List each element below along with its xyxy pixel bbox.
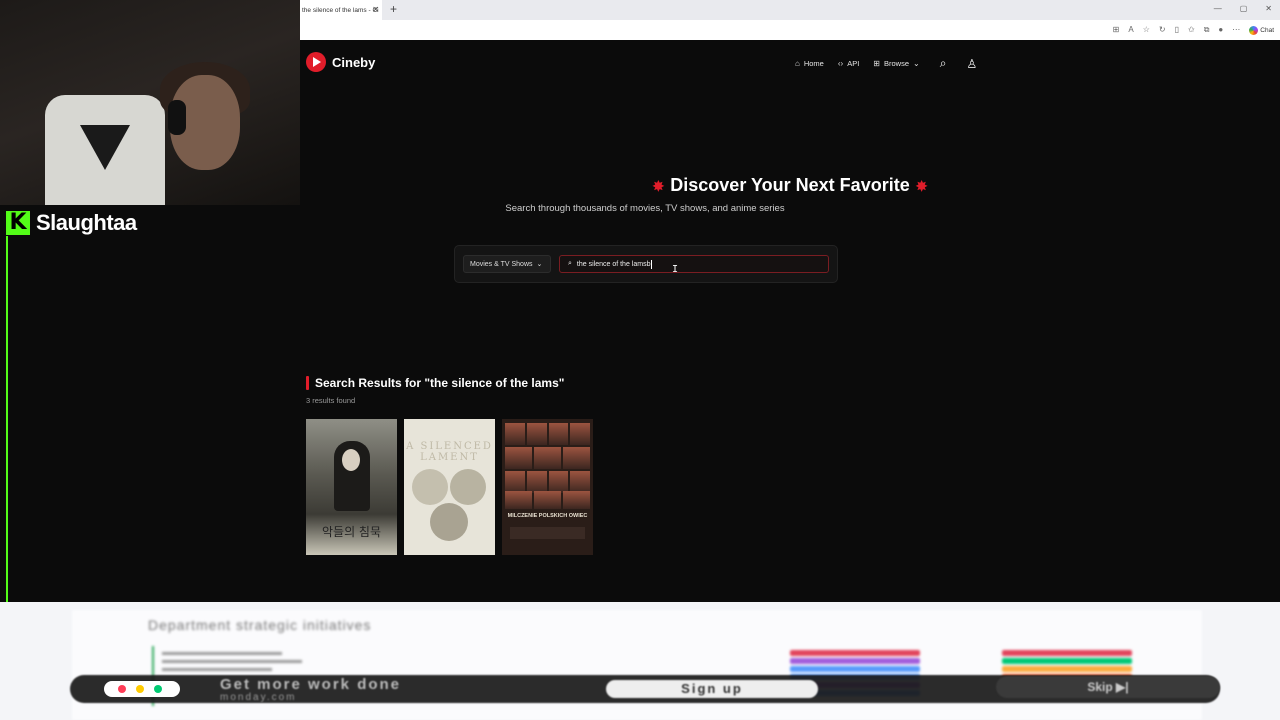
search-icon[interactable]: ⌕ (940, 56, 947, 71)
ad-heading: Department strategic initiatives (148, 617, 372, 633)
stream-accent-rail (6, 236, 8, 602)
poster-art (505, 423, 590, 445)
minimize-icon[interactable]: — (1214, 4, 1222, 13)
poster-title: MILCZENIE POLSKICH OWIEC (507, 513, 588, 519)
firework-icon: ✸ (915, 178, 928, 194)
section-accent (306, 376, 309, 390)
hero-title: ✸ Discover Your Next Favorite ✸ (300, 175, 1280, 196)
signup-button[interactable]: Sign up (606, 680, 818, 698)
poster-art (430, 503, 468, 541)
read-aloud-icon[interactable]: A (1128, 25, 1133, 35)
favorites-bar-icon[interactable]: ✩ (1188, 25, 1195, 35)
search-query: the silence of the lamsb (576, 260, 651, 268)
apps-icon[interactable]: ⊞ (1113, 25, 1120, 35)
hero-subtitle: Search through thousands of movies, TV s… (505, 203, 785, 214)
play-icon (306, 52, 326, 72)
window-controls: — ▢ ✕ (1214, 4, 1272, 13)
media-type-value: Movies & TV Shows (470, 260, 533, 268)
refresh-icon[interactable]: ↻ (1159, 25, 1166, 35)
browser-tab[interactable]: the silence of the lams - Ci ✕ (300, 0, 382, 20)
poster-art (505, 471, 590, 493)
hero-title-text: Discover Your Next Favorite (670, 175, 910, 195)
nav-browse-label: Browse (883, 59, 909, 68)
copilot-button[interactable]: Chat (1249, 25, 1274, 35)
nav-home-label: Home (803, 59, 824, 68)
close-icon[interactable]: ✕ (372, 5, 379, 14)
collections-icon[interactable]: ⧉ (1204, 25, 1210, 35)
home-icon: ⌂ (795, 59, 800, 68)
code-icon: ‹› (837, 59, 844, 68)
firework-icon: ✸ (652, 178, 665, 194)
user-icon[interactable]: ♙ (966, 57, 977, 71)
main-nav: ⌂ Home ‹› API ⊞ Browse ⌄ ⌕ ♙ (795, 56, 977, 71)
ad-copy: Get more work done monday.com (220, 676, 402, 704)
search-icon: ⌕ (568, 260, 572, 267)
results-header: Search Results for "the silence of the l… (306, 376, 564, 390)
brand-logo[interactable]: Cineby (306, 52, 375, 72)
maximize-icon[interactable]: ▢ (1240, 4, 1248, 13)
text-caret (651, 259, 653, 269)
ad-headline: Get more work done (220, 676, 402, 693)
brand-name: Cineby (332, 54, 376, 70)
kick-logo-icon: K (6, 211, 30, 235)
poster-art (450, 469, 486, 505)
search-input[interactable]: ⌕ the silence of the lamsb (559, 255, 829, 273)
favorite-icon[interactable]: ☆ (1143, 25, 1150, 35)
copilot-label: Chat (1260, 26, 1274, 34)
poster-art (412, 469, 448, 505)
nav-api-label: API (847, 59, 860, 68)
address-bar[interactable]: ⊞ A ☆ ↻ ▯ ✩ ⧉ ● ⋯ Chat (300, 20, 1280, 41)
poster-title: 악들의 침묵 (321, 525, 381, 539)
poster-title: A SILENCED LAMENT (406, 441, 493, 463)
close-window-icon[interactable]: ✕ (1265, 4, 1272, 13)
chevron-down-icon: ⌄ (913, 59, 920, 68)
search-panel: Movies & TV Shows ⌄ ⌕ the silence of the… (454, 245, 838, 283)
headset (168, 100, 186, 135)
results-count: 3 results found (306, 396, 356, 405)
skip-ad-button[interactable]: Skip ▶| (996, 676, 1220, 698)
cineby-page: Cineby ⌂ Home ‹› API ⊞ Browse ⌄ ⌕ ♙ ✸ Dis… (300, 40, 1280, 602)
monday-logo-icon (104, 681, 180, 697)
results-title: Search Results for "the silence of the l… (315, 376, 565, 390)
more-icon[interactable]: ⋯ (1232, 25, 1240, 35)
ad-text-line (162, 668, 272, 671)
profile-icon[interactable]: ● (1218, 25, 1223, 35)
media-type-select[interactable]: Movies & TV Shows ⌄ (463, 255, 551, 273)
toolbar-icons: ⊞ A ☆ ↻ ▯ ✩ ⧉ ● ⋯ Chat (1113, 25, 1274, 35)
nav-browse[interactable]: ⊞ Browse ⌄ (873, 59, 919, 68)
ad-text-line (162, 652, 282, 655)
webcam-overlay (0, 0, 300, 205)
nav-home[interactable]: ⌂ Home (795, 59, 824, 68)
copilot-icon (1249, 25, 1259, 35)
browser-tab-strip: the silence of the lams - Ci ✕ + — ▢ ✕ (300, 0, 1280, 20)
result-poster[interactable]: A SILENCED LAMENT (404, 419, 495, 555)
ad-text-line (162, 660, 302, 663)
text-cursor-icon: I (672, 264, 679, 275)
chevron-down-icon: ⌄ (536, 261, 543, 268)
grid-icon: ⊞ (873, 59, 880, 68)
streamer-tag: K Slaughtaa (6, 210, 137, 236)
new-tab-button[interactable]: + (390, 2, 397, 16)
tab-title: the silence of the lams - Ci (302, 6, 379, 14)
result-poster[interactable]: 악들의 침묵 (306, 419, 397, 555)
result-poster[interactable]: MILCZENIE POLSKICH OWIEC (502, 419, 593, 555)
streamer-name: Slaughtaa (36, 210, 137, 235)
poster-art (505, 447, 590, 469)
poster-art (505, 491, 590, 509)
poster-credits (510, 527, 585, 539)
poster-face (342, 449, 360, 471)
nav-api[interactable]: ‹› API (838, 59, 859, 68)
split-screen-icon[interactable]: ▯ (1175, 25, 1179, 35)
